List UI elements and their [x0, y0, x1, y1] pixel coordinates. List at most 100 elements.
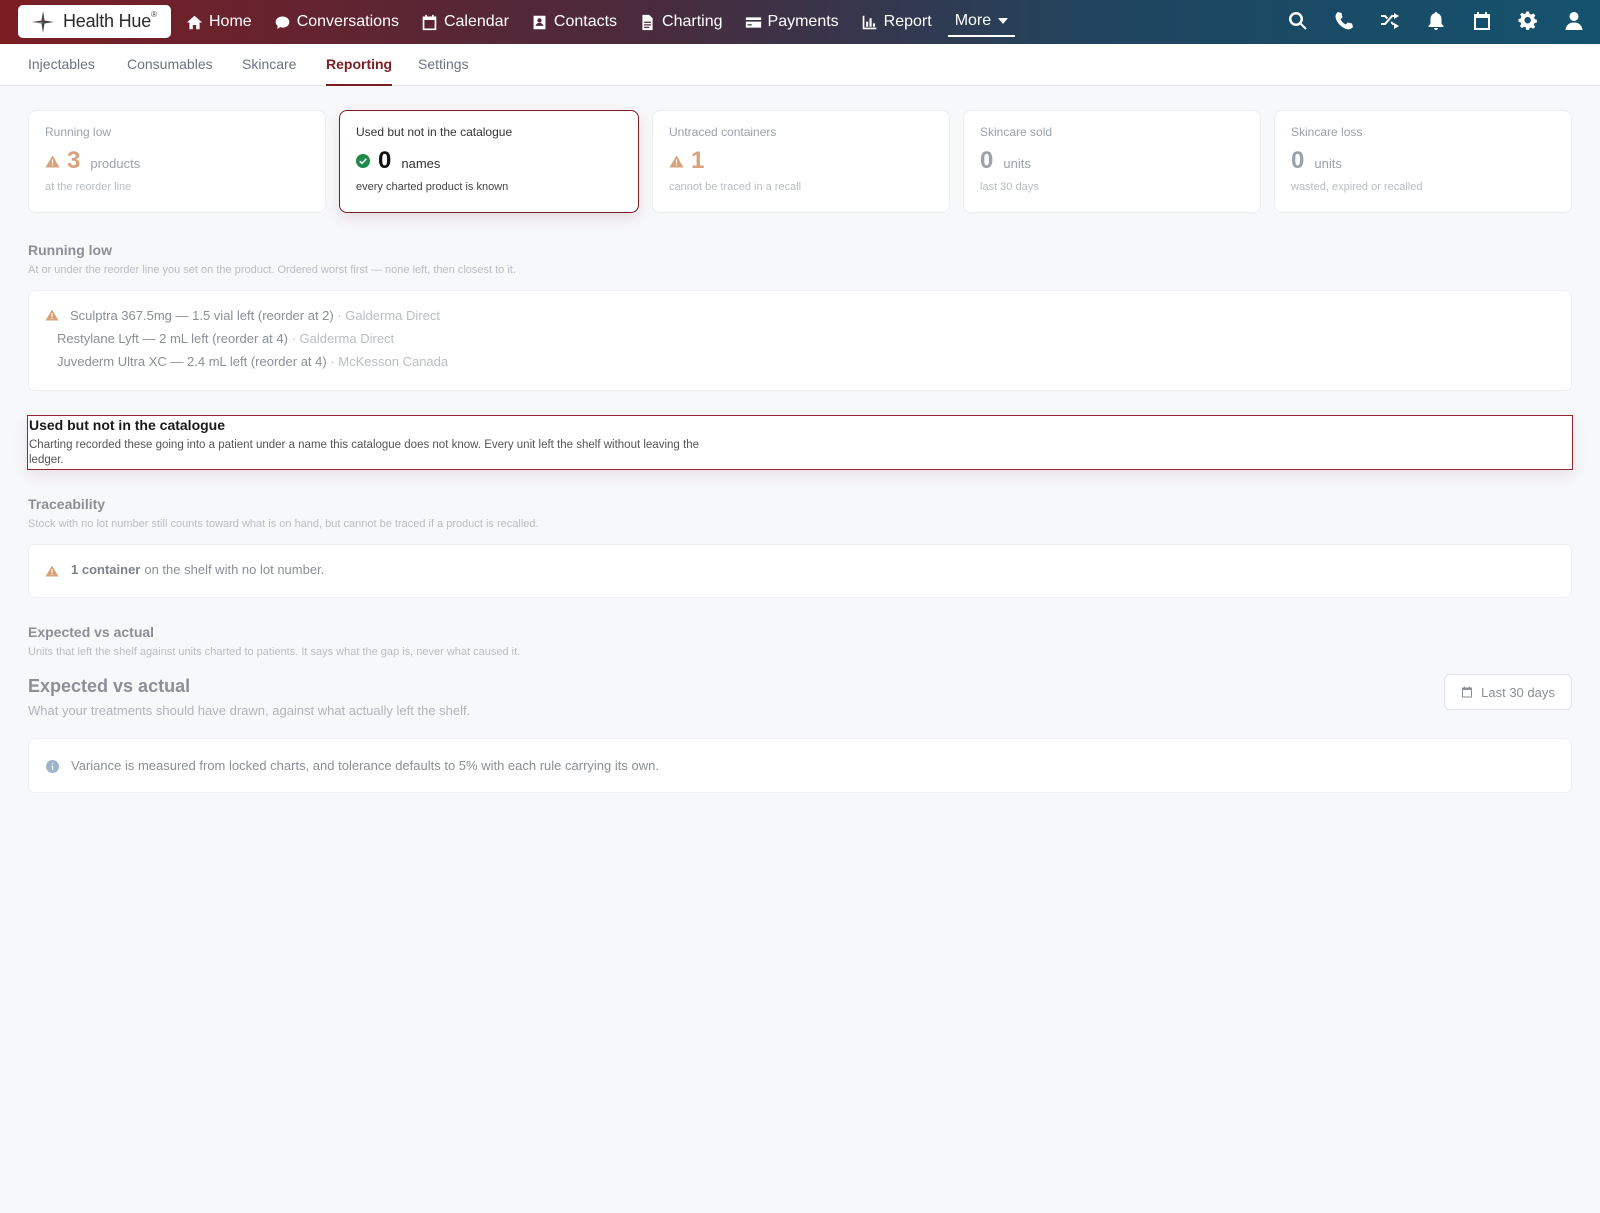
warning-icon — [669, 155, 684, 168]
search-icon[interactable] — [1288, 11, 1310, 33]
credit-card-icon — [745, 14, 762, 31]
section-title-uncatalogued: Used but not in the catalogue — [29, 417, 226, 433]
nav-contacts-label: Contacts — [553, 13, 618, 30]
calendar-icon[interactable] — [1472, 11, 1494, 33]
list-item[interactable]: Sculptra 367.5mg — 1.5 vial left (reorde… — [45, 308, 440, 323]
stat-card-subtext: cannot be traced in a recall — [669, 181, 802, 193]
list-item-vendor: · McKesson Canada — [330, 354, 449, 369]
untraced-count: 1 container — [71, 562, 141, 577]
stat-card-skincare-sold[interactable]: Skincare sold 0 units last 30 days — [963, 110, 1261, 213]
nav-calendar[interactable]: Calendar — [421, 0, 509, 44]
nav-contacts[interactable]: Contacts — [531, 0, 617, 44]
top-nav: Health Hue ® Home Conversations Calendar… — [0, 0, 1600, 44]
traceability-panel: 1 container on the shelf with no lot num… — [28, 544, 1572, 598]
nav-home-label: Home — [209, 13, 252, 30]
stat-card-running-low[interactable]: Running low 3 products at the reorder li… — [28, 110, 326, 213]
stat-card-value: 0 — [378, 147, 392, 174]
stat-card-skincare-loss[interactable]: Skincare loss 0 units wasted, expired or… — [1274, 110, 1572, 213]
bar-chart-icon — [861, 14, 878, 31]
variance-subheading: What your treatments should have drawn, … — [28, 703, 471, 718]
stat-card-label: Used but not in the catalogue — [356, 125, 513, 139]
traceability-message: 1 container on the shelf with no lot num… — [71, 562, 324, 577]
chevron-down-icon — [998, 18, 1009, 24]
section-desc-uncatalogued: Charting recorded these going into a pat… — [29, 439, 699, 466]
tab-injectables[interactable]: Injectables — [28, 44, 95, 86]
list-item-vendor: · Galderma Direct — [291, 331, 395, 346]
contact-card-icon — [531, 14, 548, 31]
stat-card-value: 0 — [1291, 147, 1305, 174]
warning-icon — [45, 155, 60, 168]
stat-card-untraced[interactable]: Untraced containers 1 cannot be traced i… — [652, 110, 950, 213]
list-item-text: Restylane Lyft — 2 mL left (reorder at 4… — [57, 331, 288, 346]
section-desc-expected: Units that left the shelf against units … — [28, 646, 521, 658]
stat-card-unit: units — [1003, 156, 1031, 171]
section-title-traceability: Traceability — [28, 496, 106, 512]
nav-payments-label: Payments — [767, 13, 839, 30]
nav-charting-label: Charting — [662, 13, 723, 30]
stat-card-label: Skincare loss — [1291, 125, 1363, 139]
nav-report[interactable]: Report — [861, 0, 932, 44]
nav-conversations[interactable]: Conversations — [274, 0, 399, 44]
stat-card-subtext: wasted, expired or recalled — [1291, 181, 1423, 193]
info-icon — [46, 760, 59, 773]
health-hue-logo-icon — [32, 10, 54, 33]
shuffle-icon[interactable] — [1380, 11, 1402, 33]
stat-card-value: 1 — [691, 147, 705, 174]
stat-card-subtext: at the reorder line — [45, 181, 132, 193]
variance-heading: Expected vs actual — [28, 676, 191, 696]
bell-icon[interactable] — [1426, 11, 1448, 33]
section-title-running-low: Running low — [28, 242, 112, 258]
list-item-vendor: · Galderma Direct — [337, 308, 440, 323]
user-icon[interactable] — [1564, 11, 1586, 33]
nav-more-dropdown[interactable]: More — [947, 7, 1016, 37]
tab-skincare[interactable]: Skincare — [242, 44, 296, 86]
tab-settings[interactable]: Settings — [418, 44, 469, 86]
date-range-button[interactable]: Last 30 days — [1444, 674, 1572, 710]
running-low-list: Sculptra 367.5mg — 1.5 vial left (reorde… — [28, 290, 1572, 391]
nav-report-label: Report — [883, 13, 932, 30]
uncatalogued-section[interactable]: Used but not in the catalogue Charting r… — [27, 415, 1573, 470]
list-item[interactable]: Restylane Lyft — 2 mL left (reorder at 4… — [57, 331, 394, 346]
stat-card-subtext: last 30 days — [980, 181, 1039, 193]
calendar-icon — [421, 14, 438, 31]
stat-card-value: 3 — [67, 147, 81, 174]
document-icon — [639, 14, 656, 31]
gear-icon[interactable] — [1518, 11, 1540, 33]
stat-card-unit: products — [90, 156, 141, 171]
nav-payments[interactable]: Payments — [745, 0, 839, 44]
nav-utility-icons — [1264, 0, 1586, 44]
nav-more-label: More — [954, 12, 992, 29]
variance-info-panel: Variance is measured from locked charts,… — [28, 738, 1572, 793]
nav-items: Home Conversations Calendar Contacts Cha… — [186, 0, 1037, 44]
nav-charting[interactable]: Charting — [639, 0, 723, 44]
stat-card-label: Untraced containers — [669, 125, 777, 139]
stat-card-label: Running low — [45, 125, 112, 139]
nav-calendar-label: Calendar — [443, 13, 509, 30]
check-circle-icon — [356, 154, 370, 168]
section-title-expected: Expected vs actual — [28, 624, 155, 640]
inventory-tabs: Injectables Consumables Skincare Reporti… — [0, 44, 1600, 86]
list-item-text: Sculptra 367.5mg — 1.5 vial left (reorde… — [70, 308, 334, 323]
chat-icon — [274, 14, 291, 31]
nav-home[interactable]: Home — [186, 0, 252, 44]
stat-card-unit: units — [1314, 156, 1342, 171]
list-item-text: Juvederm Ultra XC — 2.4 mL left (reorder… — [57, 354, 327, 369]
traceability-rest: on the shelf with no lot number. — [144, 562, 325, 577]
stat-card-uncatalogued[interactable]: Used but not in the catalogue 0 names ev… — [339, 110, 639, 213]
phone-icon[interactable] — [1334, 11, 1356, 33]
tab-reporting[interactable]: Reporting — [326, 44, 393, 86]
warning-icon — [45, 565, 60, 578]
brand-name: Health Hue — [63, 11, 152, 31]
brand-registered-mark: ® — [151, 10, 157, 19]
list-item[interactable]: Juvederm Ultra XC — 2.4 mL left (reorder… — [57, 354, 448, 369]
variance-info-text: Variance is measured from locked charts,… — [71, 758, 659, 773]
brand-logo[interactable]: Health Hue ® — [18, 5, 171, 38]
section-desc-running-low: At or under the reorder line you set on … — [28, 264, 516, 276]
tab-consumables[interactable]: Consumables — [127, 44, 213, 86]
stat-card-label: Skincare sold — [980, 125, 1053, 139]
nav-conversations-label: Conversations — [296, 13, 399, 30]
home-icon — [186, 14, 203, 31]
warning-icon — [45, 309, 60, 322]
stat-card-subtext: every charted product is known — [356, 181, 509, 193]
date-range-label: Last 30 days — [1481, 684, 1555, 700]
